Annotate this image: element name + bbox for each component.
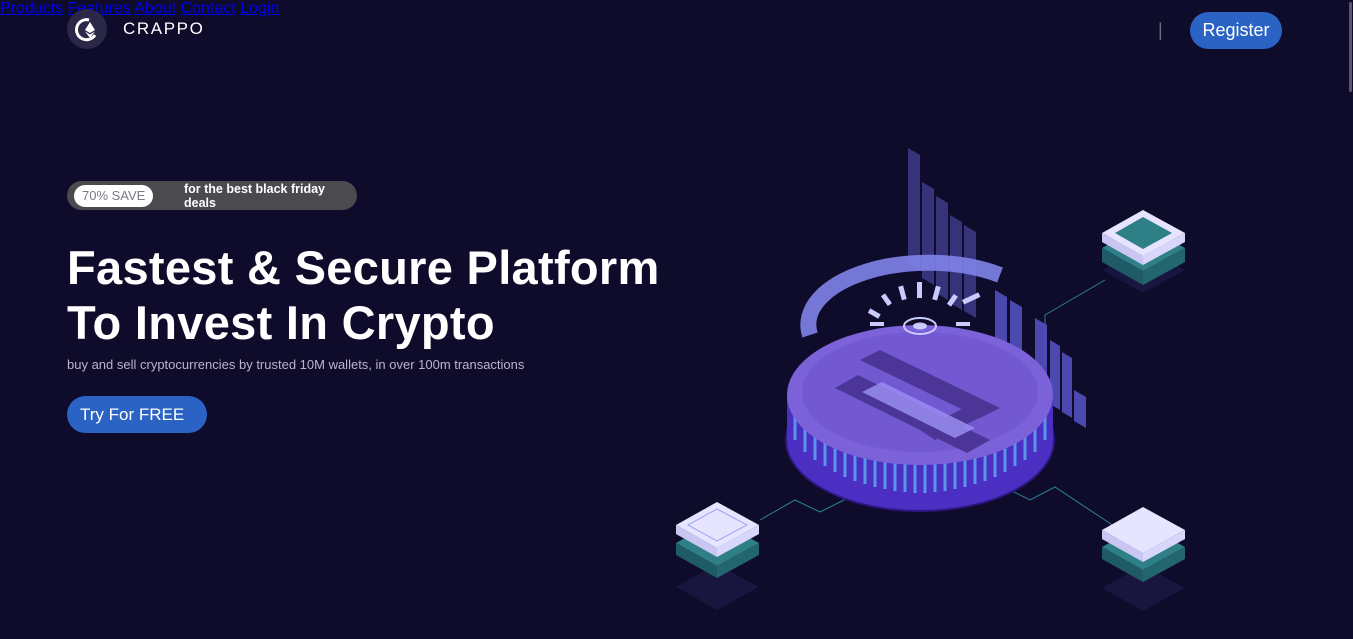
hero-title-line-1: Fastest & Secure Platform bbox=[67, 241, 660, 294]
brand-name: CRAPPO bbox=[123, 19, 205, 38]
scrollbar-thumb[interactable] bbox=[1349, 2, 1352, 92]
hero-title: Fastest & Secure Platform To Invest In C… bbox=[67, 240, 660, 350]
promo-badge: 70% SAVE bbox=[74, 184, 154, 207]
promo-banner[interactable]: 70% SAVE for the best black friday deals bbox=[67, 181, 357, 210]
try-free-button[interactable]: Try For FREE bbox=[67, 396, 207, 433]
ethereum-icon bbox=[67, 9, 107, 49]
nav-divider: | bbox=[1158, 20, 1163, 40]
promo-text: for the best black friday deals bbox=[184, 181, 326, 210]
hero-subtitle: buy and sell cryptocurrencies by trusted… bbox=[67, 357, 525, 372]
page-scrollbar[interactable] bbox=[1347, 0, 1353, 639]
register-button[interactable]: Register bbox=[1190, 12, 1282, 49]
nav-products[interactable]: Products bbox=[0, 0, 63, 17]
crypto-coin-illustration bbox=[676, 148, 1185, 611]
login-link[interactable]: Login bbox=[240, 0, 279, 17]
brand-logo[interactable]: CRAPPO bbox=[67, 9, 204, 49]
hero-title-line-2: To Invest In Crypto bbox=[67, 296, 495, 349]
